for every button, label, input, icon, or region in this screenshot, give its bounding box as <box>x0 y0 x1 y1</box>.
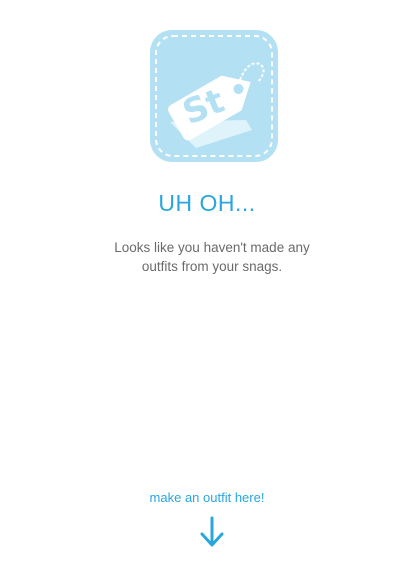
empty-state-message: Looks like you haven't made any outfits … <box>114 240 310 274</box>
app-logo-icon: St <box>150 30 278 162</box>
arrow-down-icon[interactable] <box>199 516 225 548</box>
empty-outfits-screen: St UH OH... Looks like you haven't made … <box>0 0 414 564</box>
empty-state-title: UH OH... <box>158 190 256 216</box>
make-outfit-link[interactable]: make an outfit here! <box>0 490 414 505</box>
